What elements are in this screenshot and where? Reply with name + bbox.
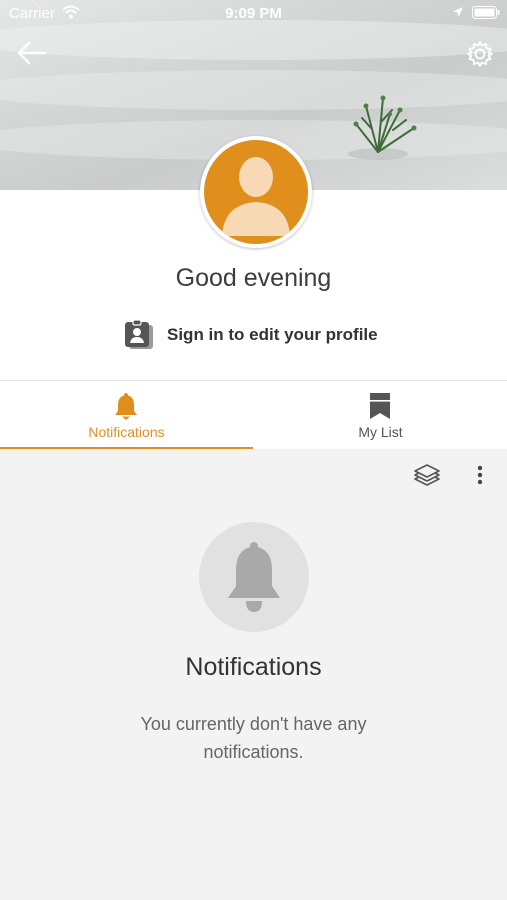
tab-label: My List: [358, 424, 403, 440]
avatar[interactable]: [200, 136, 312, 248]
tab-label: Notifications: [88, 424, 165, 440]
tab-my-list[interactable]: My List: [254, 381, 507, 449]
signin-button[interactable]: Sign in to edit your profile: [122, 319, 402, 351]
empty-state-icon-circle: [199, 522, 309, 632]
empty-state-message: You currently don't have any notificatio…: [140, 714, 367, 762]
active-tab-indicator: [0, 447, 253, 449]
location-arrow-icon: [453, 7, 463, 17]
greeting-text: Good evening: [175, 264, 332, 292]
settings-gear-icon[interactable]: [466, 40, 494, 68]
bookmark-icon: [370, 393, 390, 419]
id-badge-icon: [125, 319, 153, 349]
sand-ripple: [0, 70, 507, 110]
back-arrow-icon[interactable]: [16, 40, 48, 66]
empty-state-title: Notifications: [185, 653, 322, 681]
bell-icon: [228, 542, 280, 612]
more-vertical-icon[interactable]: [467, 460, 493, 490]
status-time: 9:09 PM: [225, 5, 282, 22]
status-bar: Carrier 9:09 PM: [0, 0, 507, 28]
battery-icon: [472, 6, 500, 19]
plant-image: [348, 95, 417, 160]
tab-notifications[interactable]: Notifications: [0, 381, 253, 449]
layers-icon[interactable]: [412, 460, 442, 490]
person-silhouette-icon: [222, 157, 290, 236]
signin-label: Sign in to edit your profile: [167, 325, 378, 344]
tab-bar: Notifications My List: [0, 380, 507, 449]
bell-icon: [115, 393, 137, 420]
